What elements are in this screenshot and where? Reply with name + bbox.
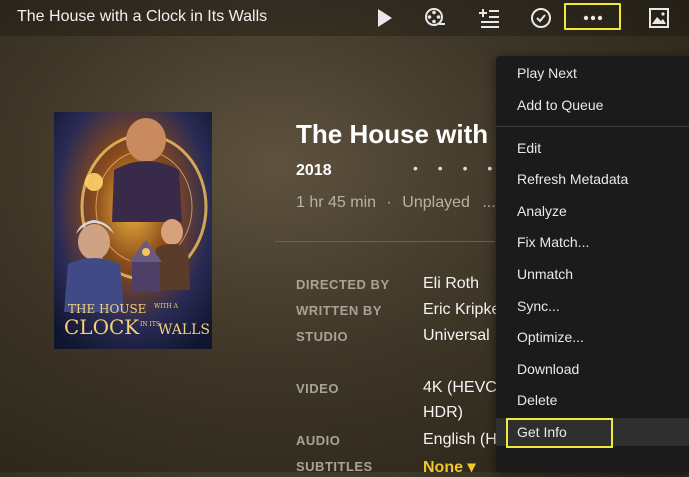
subtitles-select[interactable]: None ▾: [423, 457, 475, 477]
play-status: Unplayed: [402, 194, 470, 211]
film-reel-icon[interactable]: [423, 6, 447, 30]
director-link[interactable]: Eli Roth: [423, 275, 479, 293]
duration-text: 1 hr 45 min: [296, 194, 377, 211]
poster-title-line2: CLOCK: [64, 315, 140, 339]
menu-item-refresh-metadata[interactable]: Refresh Metadata: [496, 165, 689, 193]
video-value-line2: HDR): [423, 404, 463, 421]
video-value-line1: 4K (HEVC: [423, 379, 497, 396]
menu-item-download[interactable]: Download: [496, 355, 689, 383]
directed-by-label: DIRECTED BY: [296, 277, 390, 292]
poster-title-small1: WITH A: [154, 303, 179, 310]
movie-year: 2018: [296, 162, 332, 179]
menu-item-delete[interactable]: Delete: [496, 386, 689, 414]
add-to-playlist-icon[interactable]: [477, 6, 501, 30]
audio-select[interactable]: English (H: [423, 431, 497, 449]
writer-link[interactable]: Eric Kripke: [423, 301, 500, 319]
more-actions-menu: Play Next Add to Queue Edit Refresh Meta…: [496, 56, 689, 472]
meta-row: 1 hr 45 min · Unplayed ...: [296, 194, 496, 212]
menu-item-fix-match[interactable]: Fix Match...: [496, 228, 689, 256]
movie-title: The House with: [296, 119, 489, 149]
details-divider: [275, 241, 495, 242]
menu-item-edit[interactable]: Edit: [496, 134, 689, 162]
more-button-highlight: [564, 3, 621, 30]
menu-item-sync[interactable]: Sync...: [496, 292, 689, 320]
audio-label: AUDIO: [296, 433, 341, 448]
menu-item-unmatch[interactable]: Unmatch: [496, 260, 689, 288]
studio-link[interactable]: Universal: [423, 327, 490, 345]
video-label: VIDEO: [296, 381, 339, 396]
studio-label: STUDIO: [296, 329, 349, 344]
poster-title-line3: WALLS: [158, 322, 210, 338]
window-title: The House with a Clock in Its Walls: [17, 8, 268, 25]
menu-item-play-next[interactable]: Play Next: [496, 59, 689, 87]
checkmark-icon[interactable]: [529, 6, 553, 30]
menu-item-analyze[interactable]: Analyze: [496, 197, 689, 225]
poster-title-small2: IN ITS: [140, 321, 160, 328]
meta-separator: ·: [386, 194, 392, 211]
play-icon[interactable]: [372, 6, 396, 30]
image-icon[interactable]: [647, 6, 671, 30]
poster-title-line1: THE HOUSE: [68, 302, 146, 316]
menu-item-optimize[interactable]: Optimize...: [496, 323, 689, 351]
get-info-highlight: [506, 418, 613, 448]
menu-item-add-to-queue[interactable]: Add to Queue: [496, 91, 689, 119]
menu-separator: [496, 126, 689, 127]
movie-poster[interactable]: THE HOUSE WITH A CLOCK IN ITS WALLS: [54, 112, 212, 349]
written-by-label: WRITTEN BY: [296, 303, 382, 318]
status-ellipsis: ...: [482, 194, 496, 211]
